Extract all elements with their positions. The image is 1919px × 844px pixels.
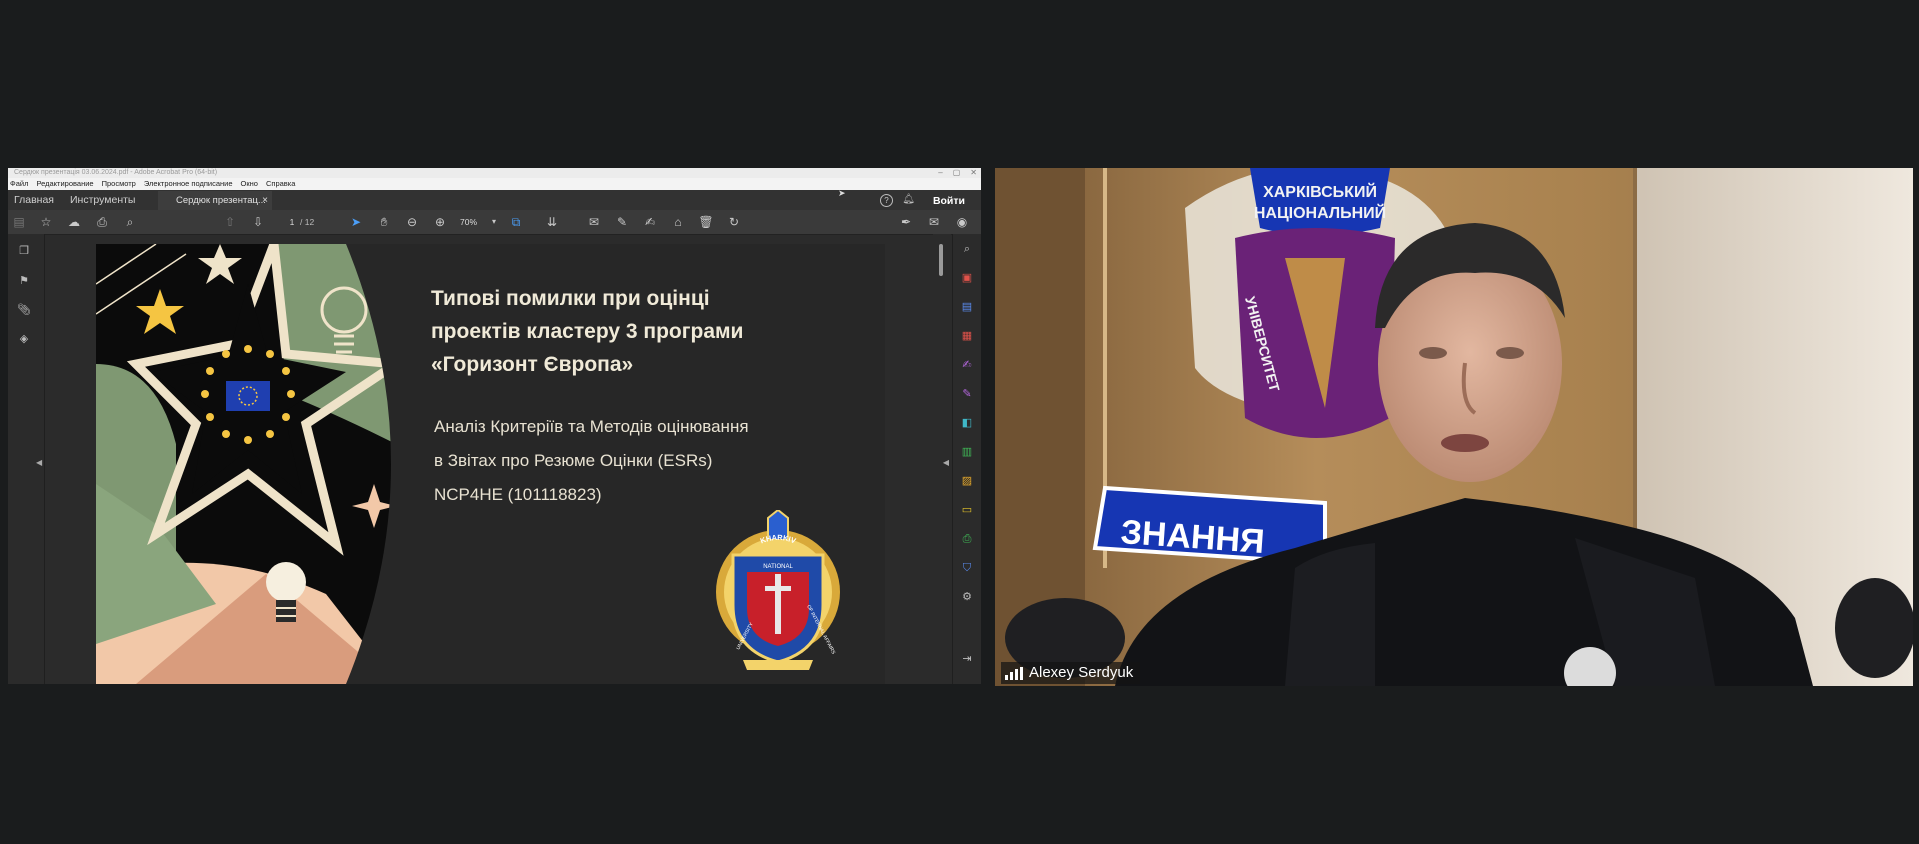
zoom-level[interactable]: 70% [460, 216, 477, 228]
minimize-icon[interactable]: – [938, 168, 942, 178]
tool-print-production-icon[interactable]: ⎙ [960, 532, 974, 546]
hand-tool-icon[interactable]: ✋︎ [376, 214, 392, 230]
tool-expand-icon[interactable]: ⇥ [960, 652, 974, 666]
mouse-cursor-icon: ➤ [838, 188, 846, 198]
tab-home[interactable]: Главная [14, 190, 54, 210]
menu-help[interactable]: Справка [266, 178, 295, 190]
slide-illustration [96, 244, 396, 684]
page-number-input[interactable]: 1 [285, 216, 299, 228]
upload-cloud-icon[interactable]: ☁ [66, 214, 82, 230]
slide-title: Типові помилки при оцінці проектів класт… [431, 282, 851, 381]
print-icon[interactable]: ⎙ [94, 214, 110, 230]
tool-export-pdf-icon[interactable]: ▤ [960, 300, 974, 314]
scroll-mode-icon[interactable]: ⇊ [544, 214, 560, 230]
menu-view[interactable]: Просмотр [102, 178, 136, 190]
slide-subtitle-line: в Звітах про Резюме Оцінки (ESRs) [434, 451, 713, 470]
draw-icon[interactable]: ✍︎ [642, 214, 658, 230]
menu-bar: Файл Редактирование Просмотр Электронное… [8, 178, 981, 190]
attachments-icon[interactable]: 📎︎ [17, 303, 31, 317]
tab-document[interactable]: Сердюк презентац... × [158, 191, 272, 210]
scrollbar-thumb[interactable] [939, 244, 943, 276]
menu-esign[interactable]: Электронное подписание [144, 178, 233, 190]
tool-create-pdf-icon[interactable]: ▣ [960, 271, 974, 285]
toolbar: ▤ ☆ ☁ ⎙ ⌕ ⇧ ⇩ 1 / 12 ➤ ✋︎ ⊖ ⊕ 70% ▾ ⧉ ⇊ … [8, 210, 981, 235]
window-titlebar: Сердюк презентація 03.06.2024.pdf - Adob… [8, 168, 981, 178]
tool-zoom-icon[interactable]: ⌕ [960, 242, 974, 256]
page-down-icon[interactable]: ⇩ [250, 214, 266, 230]
page-thumbnails-icon[interactable]: ❐ [17, 244, 31, 258]
collapse-right-icon[interactable]: ◀ [943, 458, 949, 467]
menu-file[interactable]: Файл [10, 178, 28, 190]
login-button[interactable]: Войти [933, 190, 965, 212]
layers-icon[interactable]: ◈ [17, 332, 31, 346]
zoom-dropdown-icon[interactable]: ▾ [486, 214, 502, 230]
slide-title-line: Типові помилки при оцінці [431, 287, 710, 310]
shared-screen: Сердюк презентація 03.06.2024.pdf - Adob… [8, 168, 981, 684]
page-up-icon[interactable]: ⇧ [222, 214, 238, 230]
tool-fill-sign-icon[interactable]: ✍︎ [960, 358, 974, 372]
right-tools-rail: ⌕ ▣ ▤ ▦ ✍︎ ✎ ◧ ▥ ▨ ▭ ⎙ ⛉ ⚙ ⇥ [952, 234, 981, 684]
zoom-out-icon[interactable]: ⊖ [404, 214, 420, 230]
video-frame: ХАРКІВСЬКИЙ НАЦІОНАЛЬНИЙ УНІВЕРСИТЕТ ЗНА… [995, 168, 1913, 686]
close-window-icon[interactable]: ✕ [970, 168, 977, 178]
comment-icon[interactable]: ✉︎ [586, 214, 602, 230]
delete-icon[interactable]: 🗑︎ [698, 214, 714, 230]
university-logo: KHARKIV NATIONAL UNIVERSITY OF INTERNAL … [716, 510, 840, 670]
project-code: NCP4HE (101118823) [434, 485, 602, 504]
sign-icon[interactable]: ✒︎ [898, 214, 914, 230]
slide-title-line: «Горизонт Європа» [431, 353, 634, 376]
menu-window[interactable]: Окно [241, 178, 258, 190]
highlight-icon[interactable]: ✎ [614, 214, 630, 230]
select-cursor-icon[interactable]: ➤ [348, 214, 364, 230]
save-icon[interactable]: ▤ [11, 214, 27, 230]
tool-organize-icon[interactable]: ▦ [960, 329, 974, 343]
tool-comment-icon[interactable]: ▭ [960, 503, 974, 517]
help-icon[interactable]: ? [880, 194, 893, 207]
participant-name-tag: Alexey Serdyuk [1001, 662, 1141, 684]
participant-name: Alexey Serdyuk [1029, 664, 1134, 681]
search-icon[interactable]: ⌕ [122, 214, 138, 230]
page-total: / 12 [300, 217, 315, 227]
pdf-slide-page: Типові помилки при оцінці проектів класт… [96, 244, 885, 684]
logo-text-mid: NATIONAL [763, 564, 793, 570]
bell-icon[interactable]: 🔔︎ [902, 194, 915, 205]
tabs-bar: Главная Инструменты Сердюк презентац... … [8, 190, 981, 210]
tab-tools[interactable]: Инструменты [70, 190, 135, 210]
slide-subtitle: Аналіз Критеріїв та Методів оцінювання в… [434, 410, 874, 478]
account-icon[interactable]: ◉ [954, 214, 970, 230]
tab-close-icon[interactable]: × [262, 191, 268, 210]
zoom-in-icon[interactable]: ⊕ [432, 214, 448, 230]
emblem-text-line2: НАЦІОНАЛЬНИЙ [1254, 203, 1386, 222]
signal-strength-icon [1005, 666, 1023, 680]
page-view-icon[interactable]: ⧉ [508, 214, 524, 230]
tool-compress-icon[interactable]: ◧ [960, 416, 974, 430]
tab-document-label: Сердюк презентац... [176, 195, 266, 206]
window-title: Сердюк презентація 03.06.2024.pdf - Adob… [14, 169, 218, 176]
tool-protect-icon[interactable]: ▨ [960, 474, 974, 488]
mail-icon[interactable]: ✉ [926, 214, 942, 230]
collapse-left-icon[interactable]: ◀ [36, 458, 42, 467]
menu-edit[interactable]: Редактирование [36, 178, 93, 190]
bookmarks-icon[interactable]: ⚑ [17, 274, 31, 288]
tool-compare-icon[interactable]: ▥ [960, 445, 974, 459]
emblem-text-line1: ХАРКІВСЬКИЙ [1263, 182, 1377, 201]
tool-shield-icon[interactable]: ⛉ [960, 561, 974, 575]
rotate-icon[interactable]: ↻ [726, 214, 742, 230]
slide-title-line: проектів кластеру 3 програми [431, 320, 744, 343]
slide-subtitle-line: Аналіз Критеріїв та Методів оцінювання [434, 417, 749, 436]
maximize-icon[interactable]: ▢ [953, 168, 961, 178]
stamp-icon[interactable]: ⌂ [670, 214, 686, 230]
participant-video[interactable]: ХАРКІВСЬКИЙ НАЦІОНАЛЬНИЙ УНІВЕРСИТЕТ ЗНА… [995, 168, 1913, 686]
bookmark-star-icon[interactable]: ☆ [38, 214, 54, 230]
tool-edit-icon[interactable]: ✎ [960, 387, 974, 401]
tool-more-icon[interactable]: ⚙ [960, 590, 974, 604]
